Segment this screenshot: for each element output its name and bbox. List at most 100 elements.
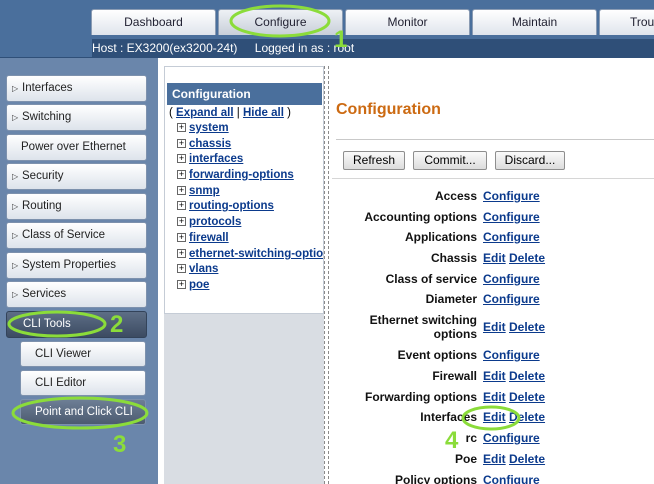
expand-plus-icon[interactable]: + [177,233,186,242]
sidebar-subitem-cli-viewer[interactable]: CLI Viewer [20,341,146,367]
expand-plus-icon[interactable]: + [177,280,186,289]
configure-link[interactable]: Configure [483,189,540,203]
expand-arrow-icon: ▷ [12,290,19,299]
sidebar-item-label: Services [22,288,67,300]
tree-link[interactable]: poe [189,279,209,291]
sidebar-item-system-properties[interactable]: ▷ System Properties [6,252,147,279]
top-nav-bar: Dashboard Configure Monitor Maintain Tro… [0,0,654,58]
refresh-button[interactable]: Refresh [343,151,405,170]
tree-link[interactable]: routing-options [189,200,274,212]
sidebar-subitem-cli-editor[interactable]: CLI Editor [20,370,146,396]
expand-arrow-icon: ▷ [12,261,19,270]
tree-link[interactable]: forwarding-options [189,169,294,181]
sidebar-item-cli-tools[interactable]: CLI Tools [6,311,147,338]
config-row-label: Accounting options [364,210,477,224]
expand-all-link[interactable]: Expand all [176,107,234,119]
title-divider [336,139,654,140]
expand-plus-icon[interactable]: + [177,249,186,258]
tree-item-routing-options: + routing-options [177,200,274,215]
tab-label: Monitor [387,15,428,29]
tree-link[interactable]: interfaces [189,153,243,165]
sidebar-item-interfaces[interactable]: ▷ Interfaces [6,75,147,102]
annotation-number-3: 3 [113,431,127,458]
tree-item-vlans: + vlans [177,263,218,278]
tab-label: Dashboard [124,15,183,29]
tree-item-poe: + poe [177,279,209,294]
delete-link[interactable]: Delete [509,410,545,424]
tree-link[interactable]: ethernet-switching-options [189,248,323,260]
configure-link[interactable]: Configure [483,431,540,445]
discard-button[interactable]: Discard... [495,151,565,170]
config-row-label: Interfaces [420,410,477,424]
tree-link[interactable]: protocols [189,216,241,228]
config-row-label: Access [434,189,477,203]
edit-link[interactable]: Edit [483,410,506,424]
tree-item-ethernet-switching-options: + ethernet-switching-options [177,248,323,263]
sidebar-item-routing[interactable]: ▷ Routing [6,193,147,220]
expand-plus-icon[interactable]: + [177,170,186,179]
edit-link[interactable]: Edit [483,320,506,334]
expand-plus-icon[interactable]: + [177,186,186,195]
sidebar-item-label: Security [22,170,64,182]
configure-link[interactable]: Configure [483,292,540,306]
tree-link[interactable]: snmp [189,185,220,197]
tree-link[interactable]: vlans [189,263,218,275]
hide-all-link[interactable]: Hide all [243,107,284,119]
tab-maintain[interactable]: Maintain [472,9,597,35]
delete-link[interactable]: Delete [509,251,545,265]
left-sidebar: ▷ Interfaces ▷ Switching Power over Ethe… [0,58,158,484]
expand-plus-icon[interactable]: + [177,264,186,273]
tree-link[interactable]: system [189,122,229,134]
tree-item-firewall: + firewall [177,232,229,247]
tab-configure[interactable]: Configure [218,9,343,35]
delete-link[interactable]: Delete [509,369,545,383]
configure-link[interactable]: Configure [483,473,540,484]
sidebar-subitem-label: CLI Viewer [35,348,92,360]
paren: ( [169,107,173,119]
config-row-label: Policy options [394,473,477,484]
config-row-label: Forwarding options [365,390,477,404]
sidebar-item-security[interactable]: ▷ Security [6,163,147,190]
delete-link[interactable]: Delete [509,320,545,334]
sidebar-item-label: CLI Tools [23,318,71,330]
tab-troubleshoot[interactable]: Trou [599,9,654,35]
tree-item-system: + system [177,122,229,137]
configure-link[interactable]: Configure [483,272,540,286]
edit-link[interactable]: Edit [483,390,506,404]
configure-link[interactable]: Configure [483,230,540,244]
expand-plus-icon[interactable]: + [177,154,186,163]
tab-label: Trou [630,15,654,29]
sidebar-subitem-point-and-click-cli[interactable]: Point and Click CLI [20,399,146,425]
tree-link[interactable]: chassis [189,138,231,150]
tab-dashboard[interactable]: Dashboard [91,9,216,35]
config-row-label: Class of service [385,272,477,286]
config-row-label: Ethernet switching options [369,313,477,341]
expand-plus-icon[interactable]: + [177,139,186,148]
configure-link[interactable]: Configure [483,210,540,224]
delete-link[interactable]: Delete [509,390,545,404]
expand-plus-icon[interactable]: + [177,217,186,226]
tree-link[interactable]: firewall [189,232,229,244]
edit-link[interactable]: Edit [483,369,506,383]
configure-link[interactable]: Configure [483,348,540,362]
edit-link[interactable]: Edit [483,251,506,265]
sidebar-item-label: Switching [22,111,72,123]
config-tree-panel: Configuration ( Expand all | Hide all ) … [164,66,324,314]
tab-label: Maintain [511,15,558,29]
commit-button[interactable]: Commit... [413,151,487,170]
sidebar-item-label: System Properties [22,259,116,271]
edit-link[interactable]: Edit [483,452,506,466]
sidebar-item-power-over-ethernet[interactable]: Power over Ethernet [6,134,147,161]
tab-monitor[interactable]: Monitor [345,9,470,35]
panel-divider[interactable] [324,66,325,484]
tree-title: Configuration [167,83,322,105]
sidebar-item-services[interactable]: ▷ Services [6,281,147,308]
tab-label: Configure [254,15,307,29]
expand-arrow-icon: ▷ [12,113,19,122]
sidebar-item-class-of-service[interactable]: ▷ Class of Service [6,222,147,249]
sidebar-item-switching[interactable]: ▷ Switching [6,104,147,131]
delete-link[interactable]: Delete [509,452,545,466]
sidebar-item-label: Interfaces [22,82,73,94]
expand-plus-icon[interactable]: + [177,123,186,132]
expand-plus-icon[interactable]: + [177,201,186,210]
